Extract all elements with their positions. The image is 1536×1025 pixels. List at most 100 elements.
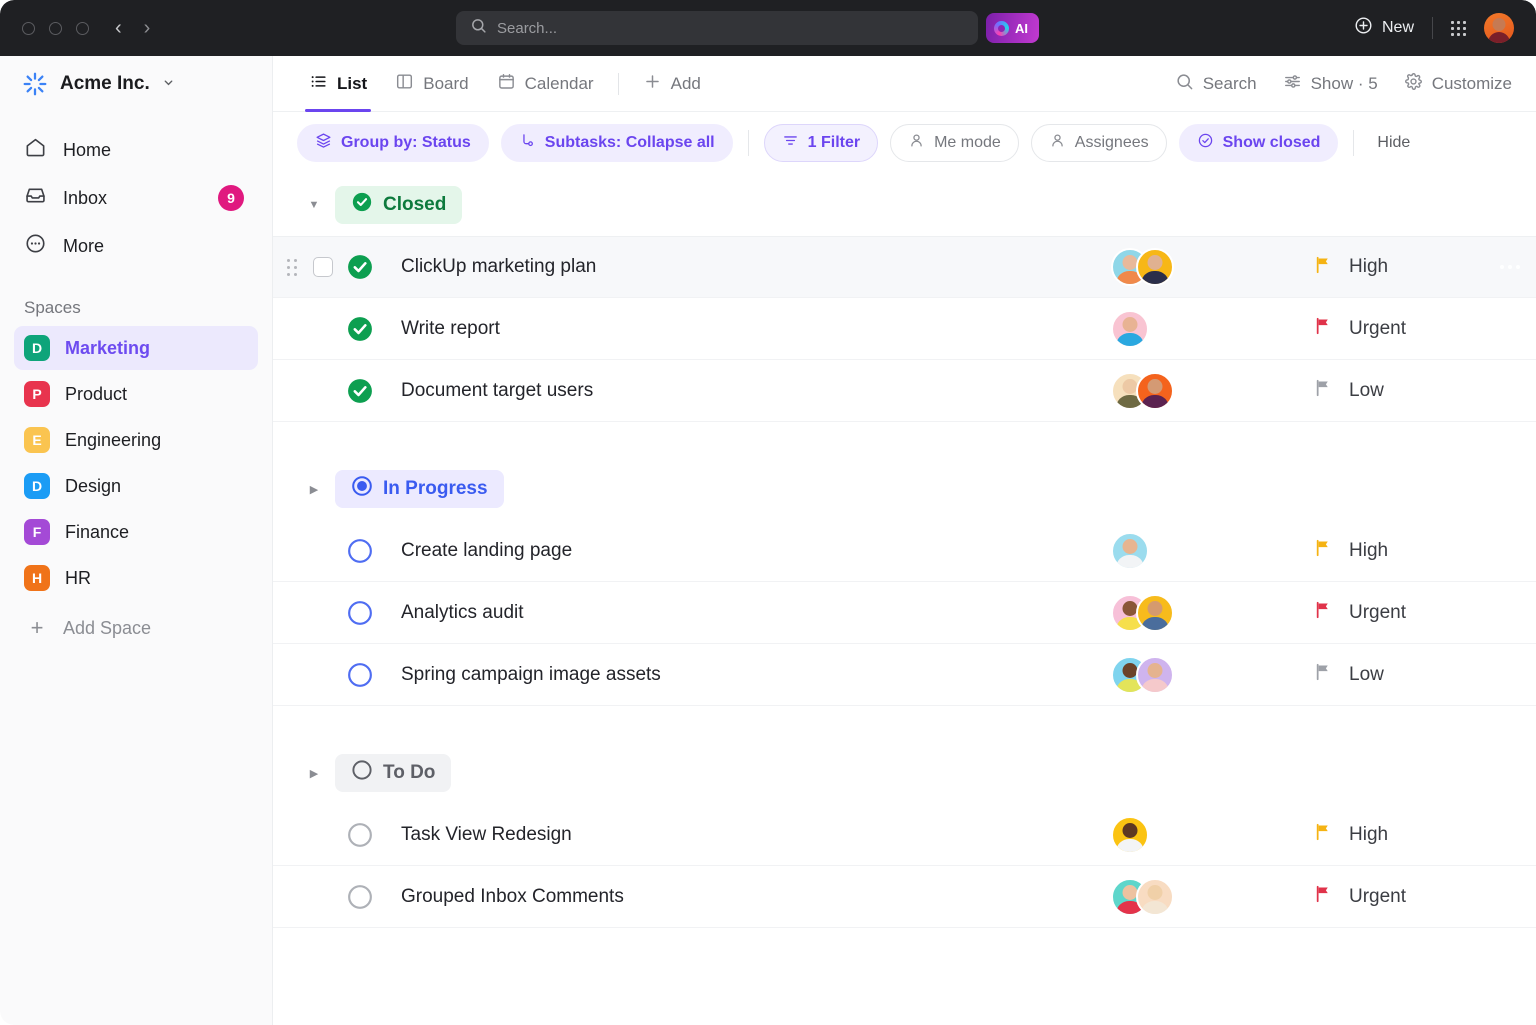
- expand-caret-icon[interactable]: ▶: [307, 483, 321, 496]
- show-button[interactable]: Show · 5: [1283, 72, 1378, 96]
- task-status-open-icon[interactable]: [347, 662, 373, 688]
- avatar[interactable]: [1136, 878, 1174, 916]
- global-search-bar[interactable]: [456, 11, 978, 45]
- status-label: To Do: [383, 762, 435, 784]
- tab-list[interactable]: List: [295, 56, 381, 112]
- sidebar-item-engineering[interactable]: E Engineering: [14, 418, 258, 462]
- assignee-group[interactable]: [1111, 532, 1149, 570]
- hide-button[interactable]: Hide: [1369, 134, 1418, 152]
- table-row[interactable]: Create landing page High: [273, 520, 1536, 582]
- table-row[interactable]: Task View Redesign High: [273, 804, 1536, 866]
- assignee-group[interactable]: [1111, 656, 1174, 694]
- close-window-button[interactable]: [22, 22, 35, 35]
- add-view-button[interactable]: Add: [629, 56, 715, 112]
- assignee-group[interactable]: [1111, 816, 1149, 854]
- status-badge[interactable]: In Progress: [335, 470, 504, 508]
- tab-board[interactable]: Board: [381, 56, 482, 112]
- sidebar-item-home[interactable]: Home: [14, 126, 258, 174]
- priority-cell[interactable]: Low: [1313, 378, 1384, 403]
- sidebar-item-design[interactable]: D Design: [14, 464, 258, 508]
- assignee-group[interactable]: [1111, 372, 1174, 410]
- status-badge[interactable]: Closed: [335, 186, 462, 224]
- inbox-icon: [24, 184, 47, 212]
- avatar[interactable]: [1111, 310, 1149, 348]
- minimize-window-button[interactable]: [49, 22, 62, 35]
- avatar[interactable]: [1136, 248, 1174, 286]
- avatar[interactable]: [1111, 816, 1149, 854]
- person-icon: [1049, 132, 1066, 154]
- task-status-open-icon[interactable]: [347, 600, 373, 626]
- table-row[interactable]: Analytics audit Urgent: [273, 582, 1536, 644]
- row-more-icon[interactable]: [1500, 265, 1520, 269]
- group-header-closed[interactable]: ▼ Closed: [273, 174, 1536, 236]
- group-by-chip[interactable]: Group by: Status: [297, 124, 489, 162]
- tab-calendar[interactable]: Calendar: [483, 56, 608, 112]
- sidebar-item-product[interactable]: P Product: [14, 372, 258, 416]
- search-input[interactable]: [497, 20, 964, 37]
- drag-handle-icon[interactable]: [287, 259, 297, 276]
- tab-label: Calendar: [525, 74, 594, 94]
- sidebar-item-marketing[interactable]: D Marketing: [14, 326, 258, 370]
- assignee-group[interactable]: [1111, 594, 1174, 632]
- status-badge[interactable]: To Do: [335, 754, 451, 792]
- table-row[interactable]: Document target users Low: [273, 360, 1536, 422]
- table-row[interactable]: ClickUp marketing plan High: [273, 236, 1536, 298]
- chevron-down-icon[interactable]: [162, 76, 175, 92]
- grid-apps-icon[interactable]: [1451, 21, 1466, 36]
- me-mode-chip[interactable]: Me mode: [890, 124, 1019, 162]
- maximize-window-button[interactable]: [76, 22, 89, 35]
- home-icon: [24, 136, 47, 164]
- avatar[interactable]: [1136, 656, 1174, 694]
- priority-label: High: [1349, 540, 1388, 562]
- ai-button[interactable]: AI: [986, 13, 1039, 43]
- task-name: Task View Redesign: [401, 824, 572, 846]
- back-arrow-icon[interactable]: ‹: [115, 18, 122, 38]
- expand-caret-icon[interactable]: ▶: [307, 767, 321, 780]
- customize-button[interactable]: Customize: [1404, 72, 1512, 96]
- collapse-caret-icon[interactable]: ▼: [307, 199, 321, 211]
- show-closed-chip[interactable]: Show closed: [1179, 124, 1339, 162]
- priority-cell[interactable]: Urgent: [1313, 600, 1406, 625]
- priority-cell[interactable]: Low: [1313, 662, 1384, 687]
- priority-cell[interactable]: High: [1313, 255, 1388, 280]
- sidebar-item-finance[interactable]: F Finance: [14, 510, 258, 554]
- view-search-button[interactable]: Search: [1175, 72, 1257, 96]
- assignee-group[interactable]: [1111, 310, 1149, 348]
- group-header-in-progress[interactable]: ▶ In Progress: [273, 458, 1536, 520]
- priority-cell[interactable]: High: [1313, 822, 1388, 847]
- subtasks-chip[interactable]: Subtasks: Collapse all: [501, 124, 733, 162]
- group-header-to-do[interactable]: ▶ To Do: [273, 742, 1536, 804]
- task-status-open-icon[interactable]: [347, 538, 373, 564]
- row-checkbox[interactable]: [313, 257, 333, 277]
- assignees-chip[interactable]: Assignees: [1031, 124, 1167, 162]
- forward-arrow-icon[interactable]: ›: [144, 18, 151, 38]
- assignee-group[interactable]: [1111, 878, 1174, 916]
- avatar[interactable]: [1136, 594, 1174, 632]
- task-status-done-icon[interactable]: [347, 378, 373, 404]
- avatar[interactable]: [1111, 532, 1149, 570]
- priority-cell[interactable]: Urgent: [1313, 884, 1406, 909]
- add-space-button[interactable]: + Add Space: [14, 606, 258, 650]
- new-button[interactable]: New: [1354, 16, 1414, 40]
- assignee-group[interactable]: [1111, 248, 1174, 286]
- filter-chip[interactable]: 1 Filter: [764, 124, 878, 162]
- table-row[interactable]: Write report Urgent: [273, 298, 1536, 360]
- sidebar-item-inbox[interactable]: Inbox 9: [14, 174, 258, 222]
- table-row[interactable]: Grouped Inbox Comments Urgent: [273, 866, 1536, 928]
- task-status-open-icon[interactable]: [347, 822, 373, 848]
- table-row[interactable]: Spring campaign image assets Low: [273, 644, 1536, 706]
- priority-cell[interactable]: High: [1313, 538, 1388, 563]
- status-label: Closed: [383, 194, 446, 216]
- sidebar-item-more[interactable]: More: [14, 222, 258, 270]
- view-search-label: Search: [1203, 74, 1257, 94]
- avatar[interactable]: [1484, 13, 1514, 43]
- customize-label: Customize: [1432, 74, 1512, 94]
- more-dots-icon: [24, 232, 47, 260]
- workspace-switcher[interactable]: Acme Inc.: [0, 56, 272, 112]
- priority-cell[interactable]: Urgent: [1313, 316, 1406, 341]
- sidebar-item-hr[interactable]: H HR: [14, 556, 258, 600]
- task-status-open-icon[interactable]: [347, 884, 373, 910]
- avatar[interactable]: [1136, 372, 1174, 410]
- task-status-done-icon[interactable]: [347, 316, 373, 342]
- task-status-done-icon[interactable]: [347, 254, 373, 280]
